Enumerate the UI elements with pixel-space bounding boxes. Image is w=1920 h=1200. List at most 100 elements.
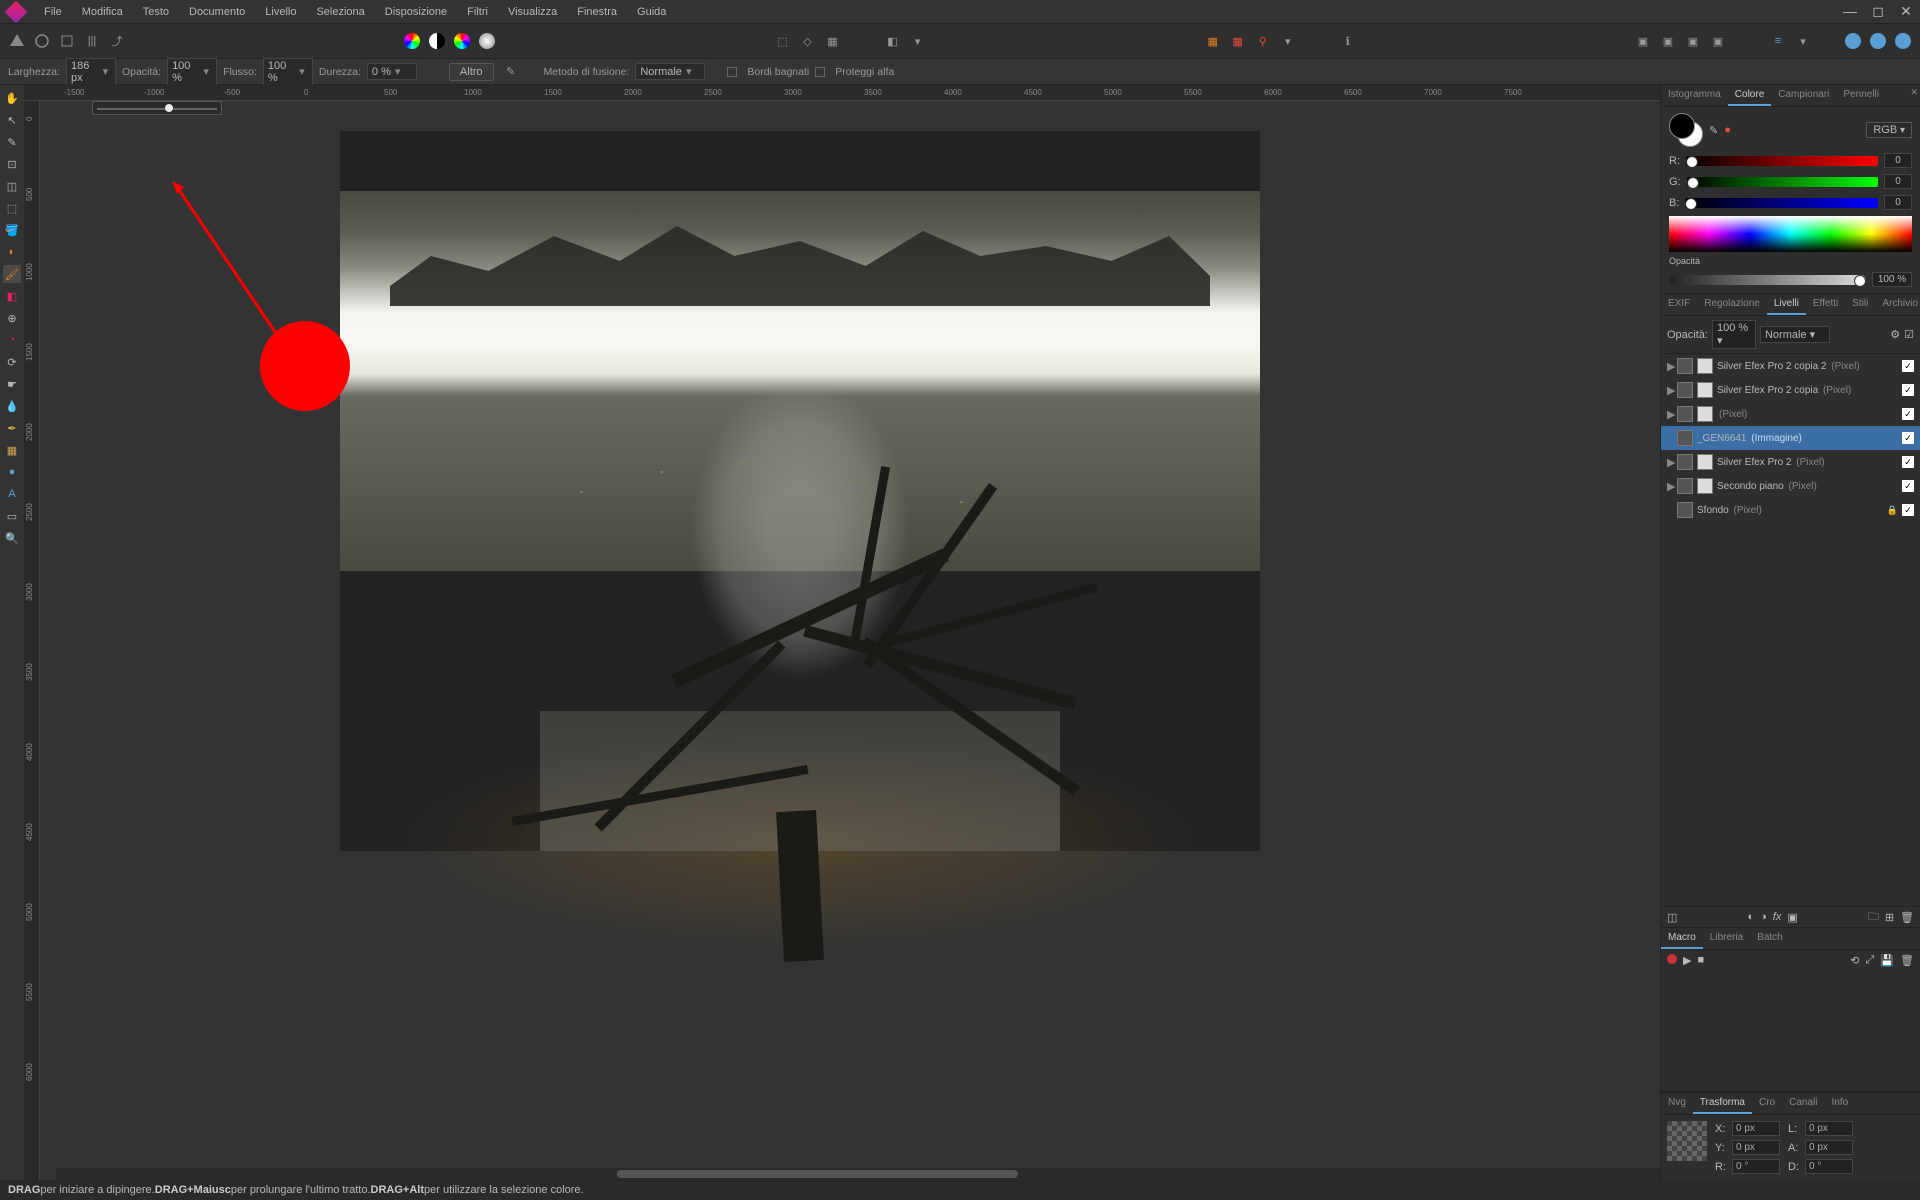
mask-group-icon[interactable]: ▣ xyxy=(1787,911,1797,924)
g-slider[interactable] xyxy=(1687,177,1878,187)
expand-icon[interactable]: ▶ xyxy=(1667,360,1677,373)
arrange-forward-icon[interactable]: ▣ xyxy=(1657,30,1679,52)
tab-info[interactable]: Info xyxy=(1824,1093,1855,1114)
wet-edges-checkbox[interactable] xyxy=(727,67,737,77)
brush-flow-input[interactable]: 100 %▾ xyxy=(263,58,313,86)
b-input[interactable]: 0 xyxy=(1884,195,1912,210)
contrast-icon[interactable] xyxy=(426,30,448,52)
align-icon[interactable]: ≡ xyxy=(1767,30,1789,52)
tab-batch[interactable]: Batch xyxy=(1750,928,1790,949)
tab-exif[interactable]: EXIF xyxy=(1661,294,1697,315)
grid-red-icon[interactable]: ▦ xyxy=(1227,30,1249,52)
layer-row[interactable]: ▶ (Pixel)✓ xyxy=(1661,402,1920,426)
dropdown-icon[interactable]: ▾ xyxy=(907,30,929,52)
smudge-tool-icon[interactable]: ☛ xyxy=(3,375,21,393)
transform-l-input[interactable] xyxy=(1805,1121,1853,1136)
transform-d-input[interactable] xyxy=(1805,1159,1853,1174)
color-opacity-slider[interactable] xyxy=(1669,275,1866,285)
transform-r-input[interactable] xyxy=(1732,1159,1780,1174)
layer-row[interactable]: Sfondo (Pixel)🔒✓ xyxy=(1661,498,1920,522)
tab-libreria[interactable]: Libreria xyxy=(1703,928,1750,949)
ruler-tool-icon[interactable]: ▭ xyxy=(3,507,21,525)
tab-cro[interactable]: Cro xyxy=(1752,1093,1782,1114)
crop-tool-icon[interactable]: ⊡ xyxy=(3,155,21,173)
pen-tool-icon[interactable]: ✒ xyxy=(3,419,21,437)
menu-filtri[interactable]: Filtri xyxy=(457,6,498,18)
brush-hardness-input[interactable]: 0 %▾ xyxy=(367,63,417,80)
color-dot-icon[interactable]: ● xyxy=(1724,124,1731,136)
tab-macro[interactable]: Macro xyxy=(1661,928,1703,949)
shape-tool-icon[interactable]: ● xyxy=(3,463,21,481)
maximize-icon[interactable]: ◻ xyxy=(1864,3,1892,20)
width-slider-popup[interactable] xyxy=(92,101,222,115)
layer-opacity-input[interactable]: 100 % ▾ xyxy=(1712,320,1756,349)
mask-icon[interactable]: ◫ xyxy=(1667,911,1677,924)
visibility-checkbox[interactable]: ✓ xyxy=(1902,360,1914,372)
expand-icon[interactable]: ▶ xyxy=(1667,456,1677,469)
expand-icon[interactable]: ▶ xyxy=(1667,480,1677,493)
persona-photo-icon[interactable] xyxy=(6,30,28,52)
r-input[interactable]: 0 xyxy=(1884,153,1912,168)
tab-stili[interactable]: Stili xyxy=(1845,294,1875,315)
dropdown2-icon[interactable]: ▾ xyxy=(1277,30,1299,52)
tab-canali[interactable]: Canali xyxy=(1782,1093,1824,1114)
menu-disposizione[interactable]: Disposizione xyxy=(375,6,457,18)
marquee-icon[interactable]: ⬚ xyxy=(772,30,794,52)
layer-row[interactable]: ▶Silver Efex Pro 2 (Pixel)✓ xyxy=(1661,450,1920,474)
hue-icon[interactable] xyxy=(451,30,473,52)
fx-text-icon[interactable]: fx xyxy=(1773,911,1782,923)
close-icon[interactable]: ✕ xyxy=(1892,3,1920,20)
bool-sub-icon[interactable] xyxy=(1867,30,1889,52)
gradient-tool-icon[interactable]: ◐ xyxy=(3,243,21,261)
visibility-checkbox[interactable]: ✓ xyxy=(1902,456,1914,468)
color-spectrum[interactable] xyxy=(1669,216,1912,252)
tab-archivio[interactable]: Archivio xyxy=(1875,294,1920,315)
visibility-checkbox[interactable]: ✓ xyxy=(1902,480,1914,492)
layer-row[interactable]: ▶Secondo piano (Pixel)✓ xyxy=(1661,474,1920,498)
tab-nvg[interactable]: Nvg xyxy=(1661,1093,1693,1114)
color-swatch-icon[interactable] xyxy=(401,30,423,52)
persona-develop-icon[interactable] xyxy=(56,30,78,52)
macro-delete-icon[interactable]: 🗑 xyxy=(1900,954,1914,967)
brush-width-input[interactable]: 186 px▾ xyxy=(66,58,116,86)
play-icon[interactable]: ▶ xyxy=(1683,954,1691,967)
eyedropper-icon[interactable]: ✎ xyxy=(1709,124,1718,137)
menu-seleziona[interactable]: Seleziona xyxy=(306,6,374,18)
selection-tool-icon[interactable]: ◫ xyxy=(3,177,21,195)
visibility-checkbox[interactable]: ✓ xyxy=(1902,384,1914,396)
tab-pennelli[interactable]: Pennelli xyxy=(1836,85,1886,106)
hand-tool-icon[interactable]: ✋ xyxy=(3,89,21,107)
transform-x-input[interactable] xyxy=(1732,1121,1780,1136)
visibility-checkbox[interactable]: ✓ xyxy=(1902,408,1914,420)
text-tool-icon[interactable]: A xyxy=(3,485,21,503)
arrange-back-icon[interactable]: ▣ xyxy=(1682,30,1704,52)
color-swatch[interactable] xyxy=(1669,113,1703,147)
horizontal-scrollbar[interactable] xyxy=(56,1168,1660,1180)
canvas[interactable] xyxy=(40,101,1660,1180)
persona-liquify-icon[interactable] xyxy=(31,30,53,52)
quick-mask-icon[interactable]: ◧ xyxy=(882,30,904,52)
bool-int-icon[interactable] xyxy=(1892,30,1914,52)
zoom-tool-icon[interactable]: 🔍 xyxy=(3,529,21,547)
menu-finestra[interactable]: Finestra xyxy=(567,6,627,18)
layer-checkbox-icon[interactable]: ☑ xyxy=(1904,328,1914,341)
fx-icon[interactable]: ◑ xyxy=(1760,911,1767,923)
adjustment-icon[interactable]: ◐ xyxy=(1747,911,1754,923)
minimize-icon[interactable]: — xyxy=(1836,3,1864,20)
visibility-checkbox[interactable]: ✓ xyxy=(1902,432,1914,444)
color-picker-tool-icon[interactable]: ✎ xyxy=(3,133,21,151)
b-slider[interactable] xyxy=(1685,198,1878,208)
menu-modifica[interactable]: Modifica xyxy=(72,6,133,18)
g-input[interactable]: 0 xyxy=(1884,174,1912,189)
protect-alpha-checkbox[interactable] xyxy=(815,67,825,77)
brush-opacity-input[interactable]: 100 %▾ xyxy=(167,58,217,86)
color-mode-select[interactable]: RGB ▾ xyxy=(1866,122,1912,138)
move-tool-icon[interactable]: ↖ xyxy=(3,111,21,129)
flood-tool-icon[interactable]: 🪣 xyxy=(3,221,21,239)
menu-testo[interactable]: Testo xyxy=(133,6,179,18)
layer-row[interactable]: ▶Silver Efex Pro 2 copia (Pixel)✓ xyxy=(1661,378,1920,402)
visibility-checkbox[interactable]: ✓ xyxy=(1902,504,1914,516)
bool-add-icon[interactable] xyxy=(1842,30,1864,52)
layer-row[interactable]: ▶Silver Efex Pro 2 copia 2 (Pixel)✓ xyxy=(1661,354,1920,378)
expand-icon[interactable]: ▶ xyxy=(1667,384,1677,397)
